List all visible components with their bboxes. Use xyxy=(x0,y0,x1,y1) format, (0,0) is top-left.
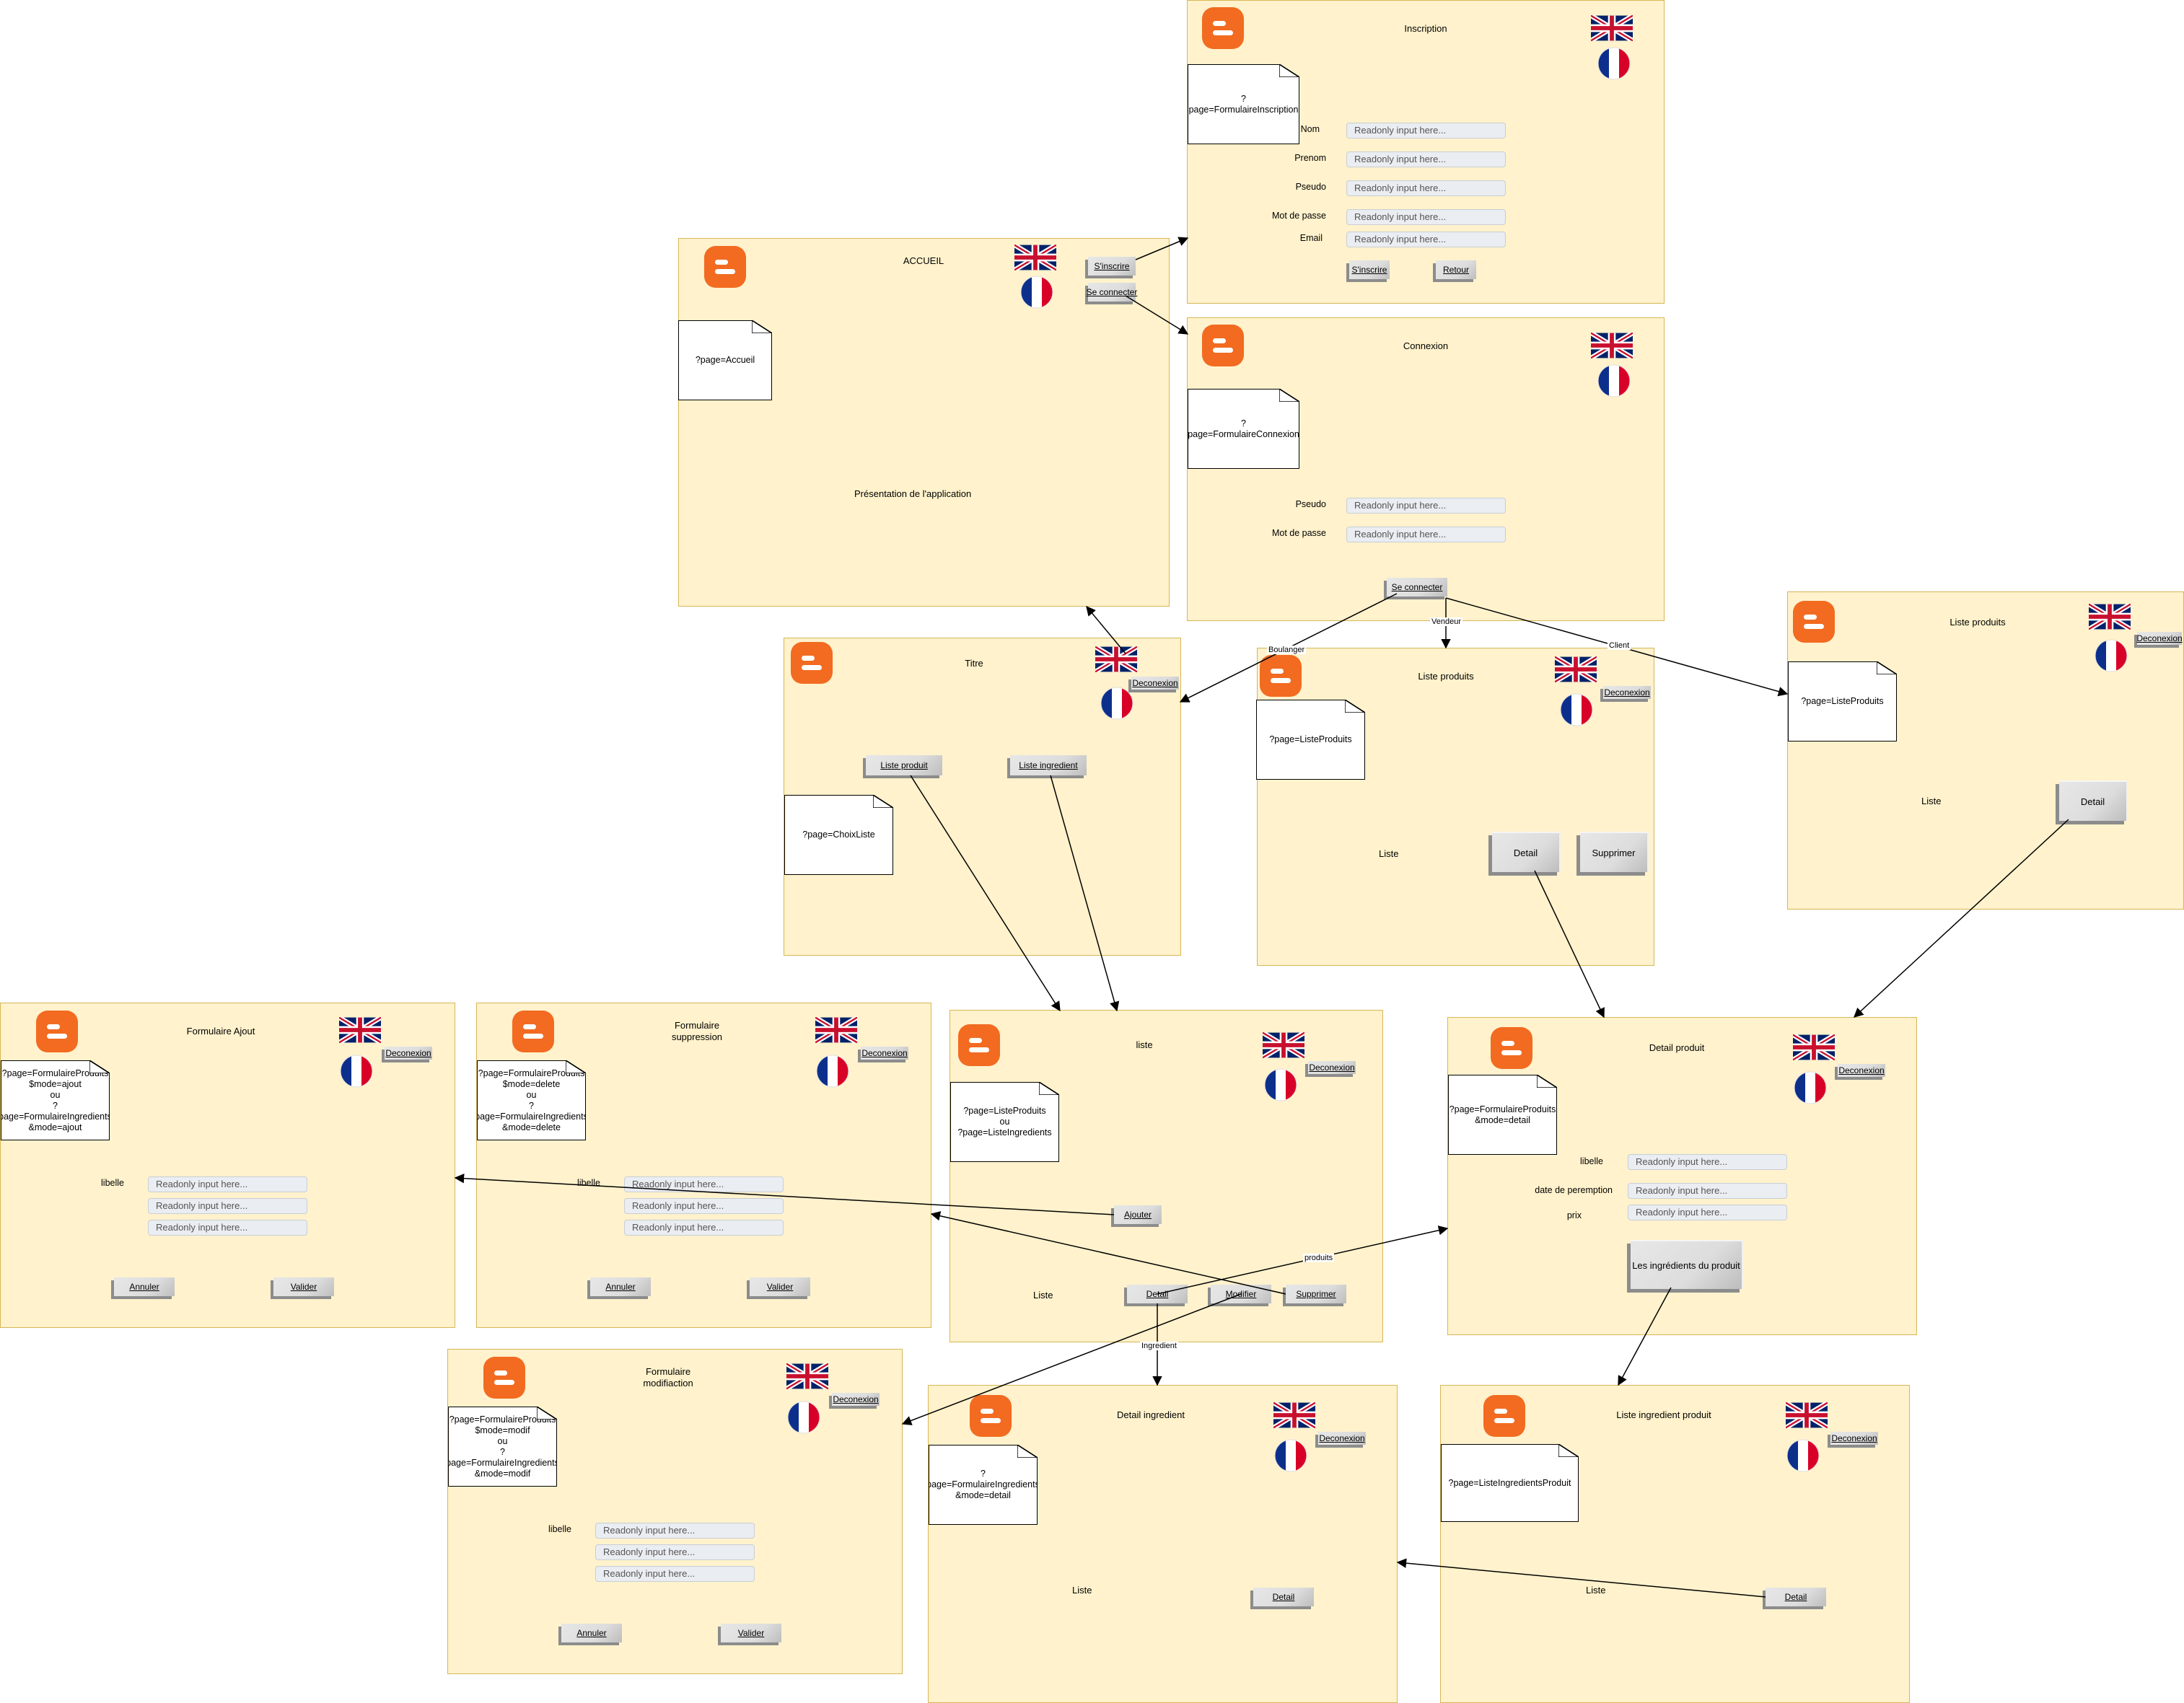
note-fold-corner xyxy=(1279,389,1299,402)
edge-ingredients-produit xyxy=(1618,1287,1672,1386)
edge-liste-produit xyxy=(910,775,1061,1012)
note-fold-corner xyxy=(1558,1444,1579,1457)
edge-modifier xyxy=(901,1293,1242,1425)
note-fold-corner xyxy=(1345,700,1365,713)
edge-detail-produits xyxy=(1157,1225,1449,1295)
note-fold-corner xyxy=(1279,64,1299,77)
edge-label-vendeur: Vendeur xyxy=(1430,617,1462,626)
edge-connecter-connexion xyxy=(1125,295,1189,335)
note-fold-corner xyxy=(873,795,893,808)
note-fold-corner xyxy=(1877,661,1897,674)
edge-inscrire-inscription xyxy=(1135,237,1189,260)
edge-ajouter xyxy=(454,1173,1115,1215)
note-fold-corner xyxy=(566,1060,586,1073)
edge-label-client: Client xyxy=(1608,641,1631,650)
edge-label-produits: produits xyxy=(1303,1254,1335,1262)
note-fold-corner xyxy=(89,1060,110,1073)
edge-titre-accueil xyxy=(1086,605,1126,654)
edge-liste-ingredient xyxy=(1050,775,1120,1012)
navigation-edges xyxy=(454,237,2069,1598)
edge-detail-ingredient-produit xyxy=(1396,1558,1766,1598)
note-fold-corner xyxy=(1039,1082,1059,1095)
note-fold-corner xyxy=(537,1407,557,1420)
note-fold-corner xyxy=(752,320,772,333)
edge-supprimer xyxy=(930,1211,1286,1295)
note-fold-corner xyxy=(1537,1075,1557,1088)
edge-detail-client xyxy=(1854,819,2069,1018)
edge-label-boulanger: Boulanger xyxy=(1267,646,1307,654)
edge-label-ingredient: Ingredient xyxy=(1140,1342,1178,1350)
edge-detail-vendeur xyxy=(1534,870,1605,1018)
note-fold-corner xyxy=(1017,1445,1038,1458)
